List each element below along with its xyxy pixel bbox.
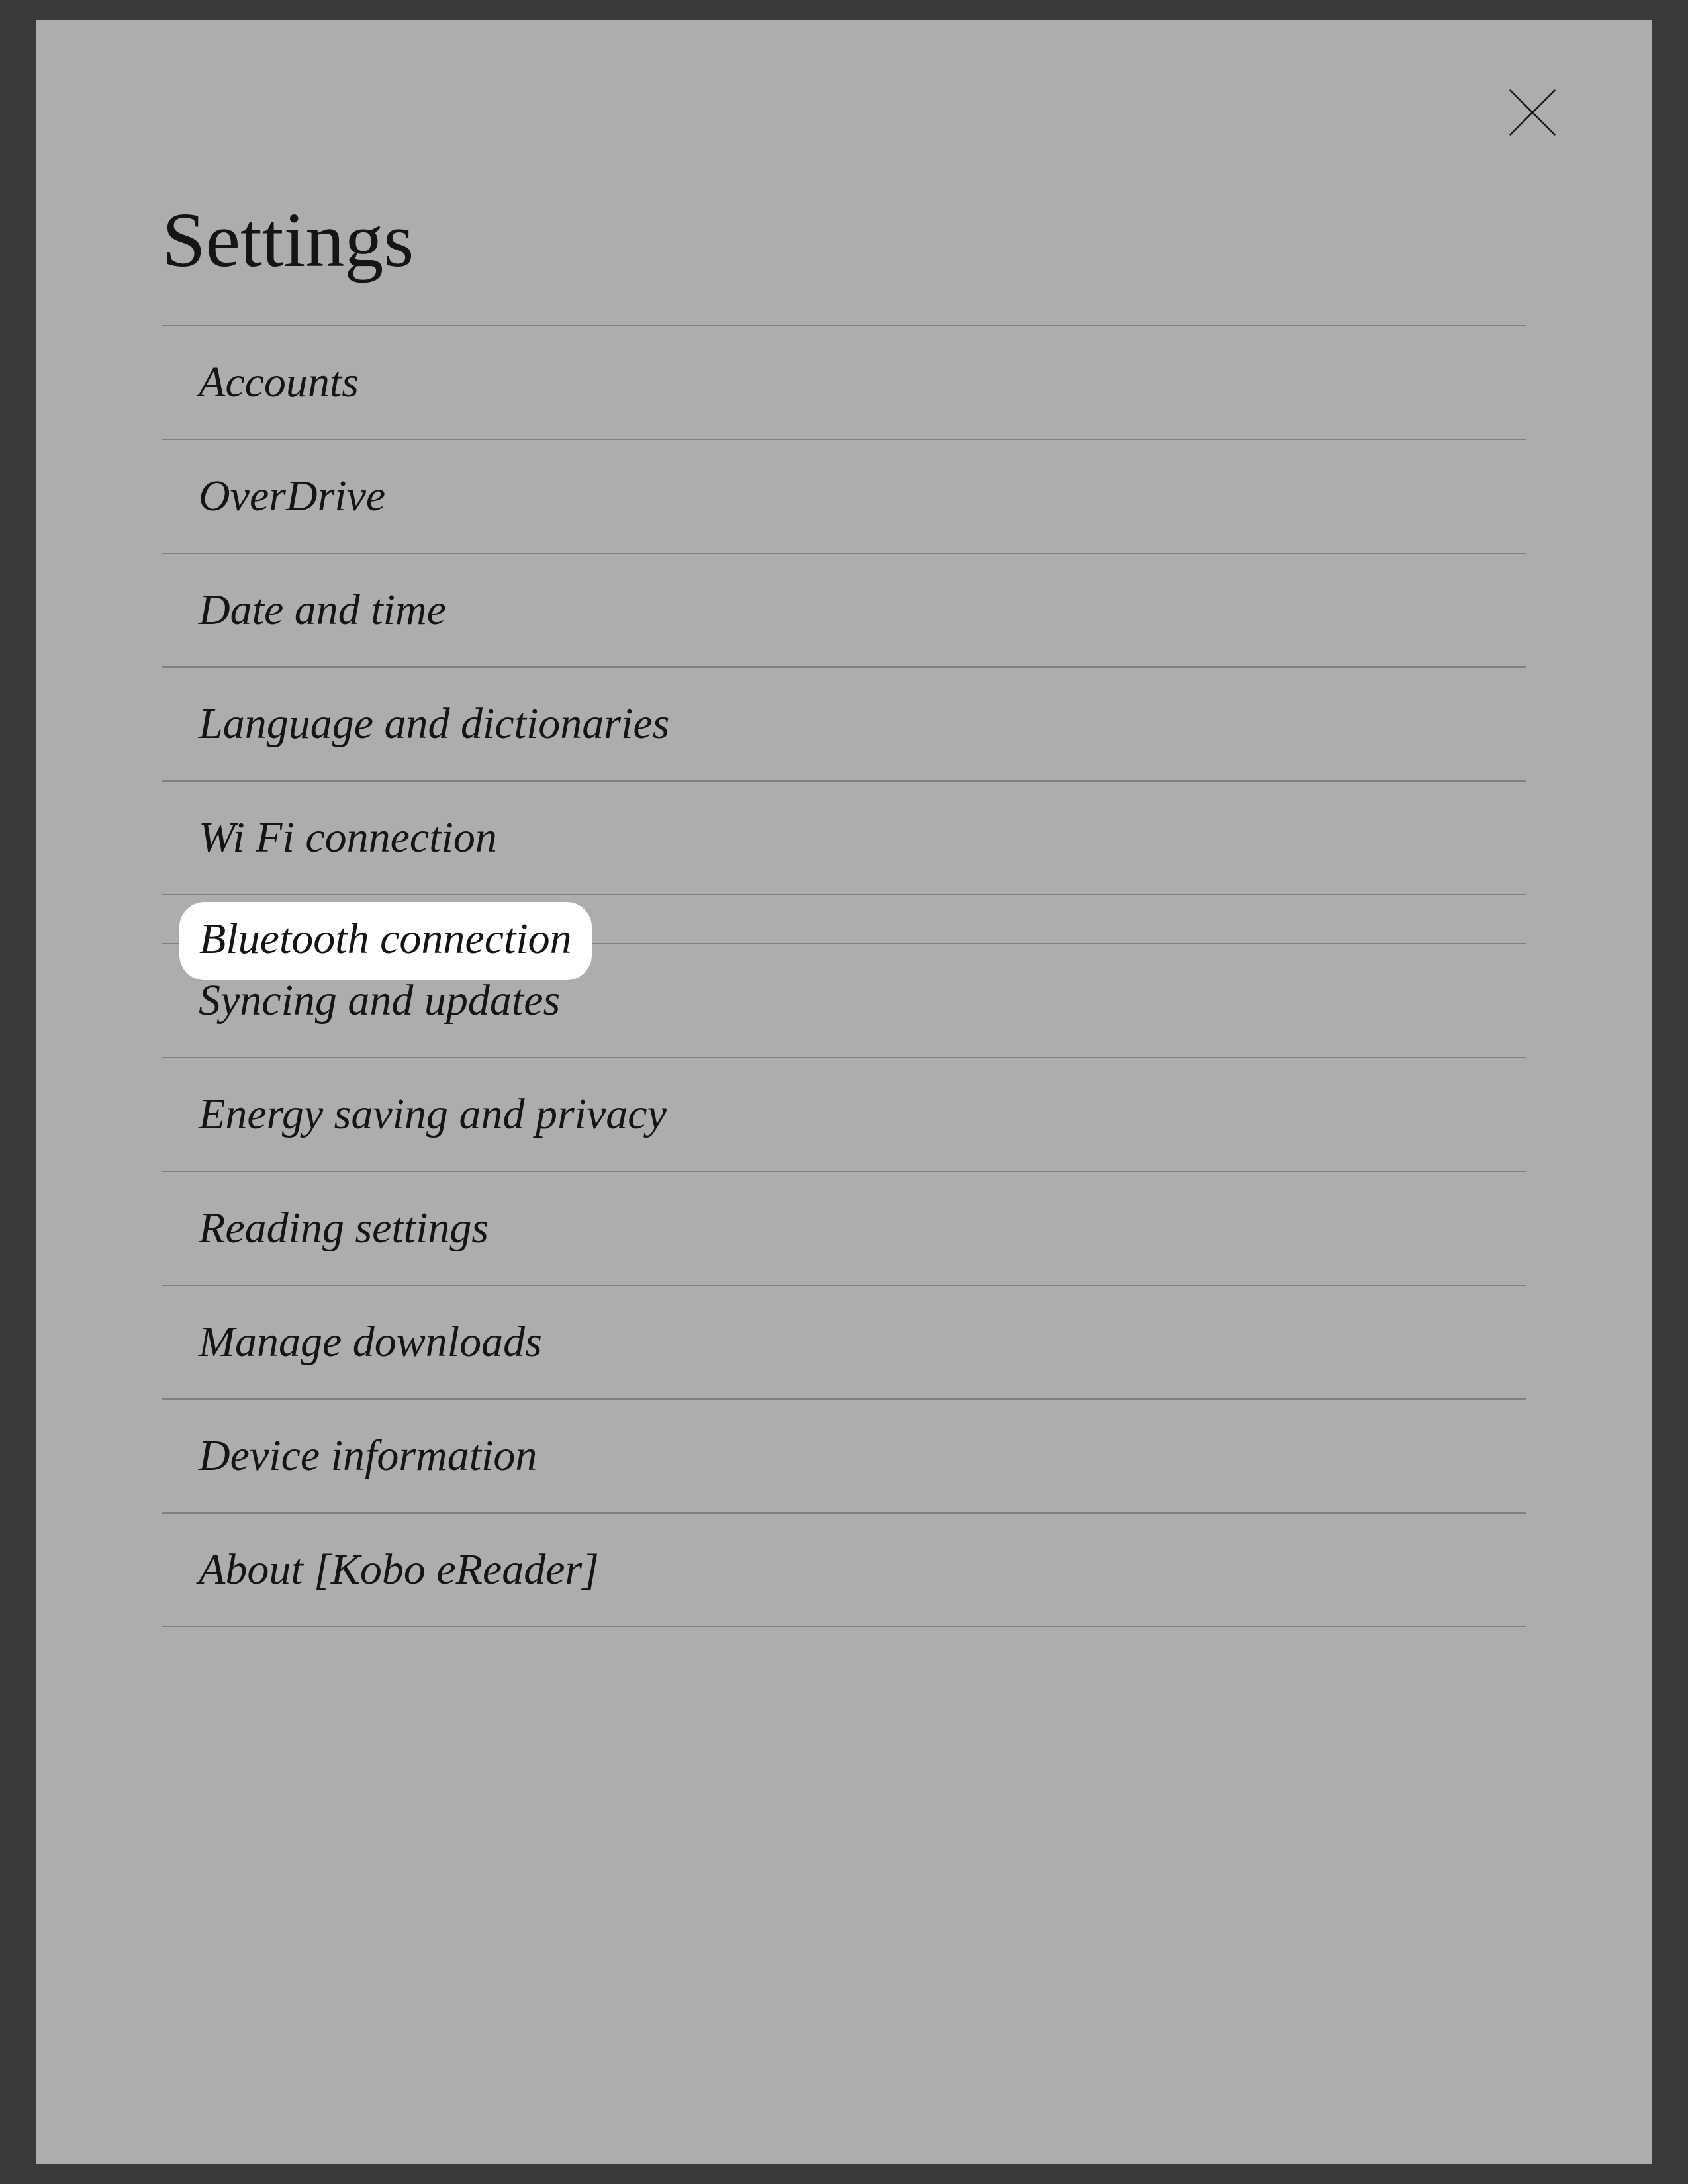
settings-item-label: Bluetooth connection	[199, 915, 572, 963]
settings-modal: Settings Accounts OverDrive Date and tim…	[36, 20, 1652, 2164]
settings-item-label: Language and dictionaries	[199, 700, 669, 748]
settings-item-date-time[interactable]: Date and time	[162, 554, 1526, 668]
settings-item-label: About [Kobo eReader]	[199, 1545, 599, 1594]
settings-item-label: Date and time	[199, 586, 446, 634]
settings-item-label: Manage downloads	[199, 1318, 542, 1366]
settings-item-label: Accounts	[199, 358, 359, 406]
settings-item-label: Syncing and updates	[199, 976, 560, 1024]
settings-item-label: Energy saving and privacy	[199, 1090, 667, 1138]
settings-item-energy-privacy[interactable]: Energy saving and privacy	[162, 1058, 1526, 1172]
settings-item-label: Reading settings	[199, 1204, 489, 1252]
page-title: Settings	[162, 20, 1526, 325]
settings-item-label: Device information	[199, 1432, 537, 1480]
settings-item-device-info[interactable]: Device information	[162, 1400, 1526, 1514]
settings-item-bluetooth[interactable]: Bluetooth connection	[162, 895, 1526, 944]
settings-item-overdrive[interactable]: OverDrive	[162, 440, 1526, 554]
settings-item-downloads[interactable]: Manage downloads	[162, 1286, 1526, 1400]
settings-item-reading[interactable]: Reading settings	[162, 1172, 1526, 1286]
settings-item-label: OverDrive	[199, 472, 385, 520]
settings-item-accounts[interactable]: Accounts	[162, 326, 1526, 440]
settings-list: Accounts OverDrive Date and time Languag…	[162, 325, 1526, 1627]
settings-item-wifi[interactable]: Wi Fi connection	[162, 782, 1526, 895]
settings-item-about[interactable]: About [Kobo eReader]	[162, 1514, 1526, 1627]
settings-item-label: Wi Fi connection	[199, 813, 497, 862]
close-button[interactable]	[1499, 79, 1566, 146]
close-icon	[1503, 83, 1562, 142]
settings-item-language[interactable]: Language and dictionaries	[162, 668, 1526, 782]
